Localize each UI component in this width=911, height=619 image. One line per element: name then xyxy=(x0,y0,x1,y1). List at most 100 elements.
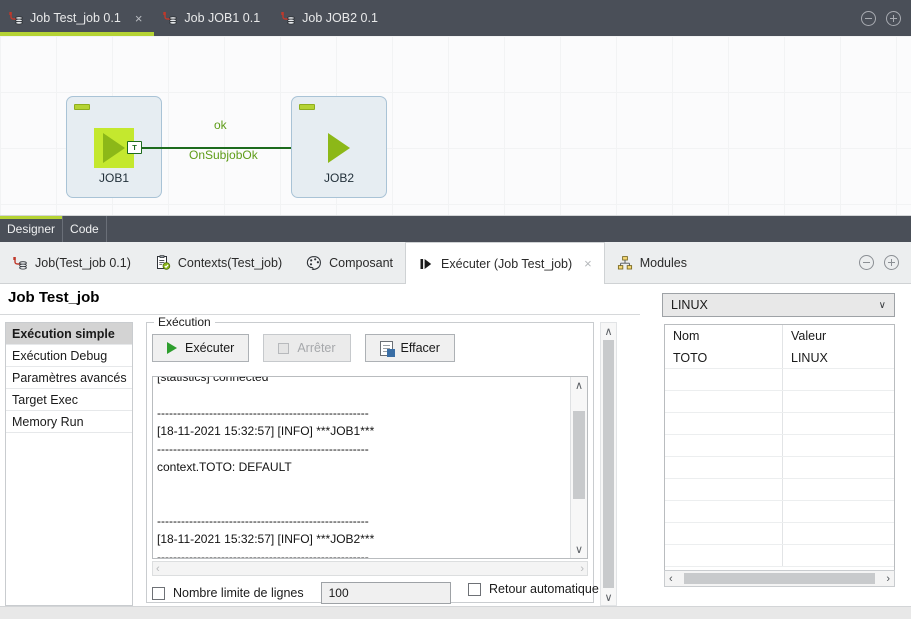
top-tab-job2[interactable]: Job JOB2 0.1 xyxy=(272,0,390,36)
close-icon[interactable]: × xyxy=(584,256,592,271)
scroll-left-icon[interactable]: ‹ xyxy=(156,563,160,575)
column-header-valeur: Valeur xyxy=(791,329,827,343)
plus-circle-icon[interactable] xyxy=(886,10,901,26)
line-limit-option: Nombre limite de lignes 100 xyxy=(152,582,451,604)
table-row[interactable] xyxy=(665,479,894,501)
list-item-parametres-avances[interactable]: Paramètres avancés xyxy=(6,367,132,389)
table-row[interactable] xyxy=(665,391,894,413)
panel-vertical-scrollbar[interactable]: ∧ ∨ xyxy=(600,322,617,606)
table-row[interactable] xyxy=(665,435,894,457)
console-horizontal-scrollbar[interactable]: ‹ › xyxy=(152,561,588,576)
list-item-label: Exécution simple xyxy=(12,326,115,341)
cell-name xyxy=(665,413,783,434)
context-table-hscrollbar[interactable]: ‹ › xyxy=(664,570,895,587)
connection-label-ok: ok xyxy=(214,118,227,132)
table-row[interactable] xyxy=(665,457,894,479)
top-tab-job1[interactable]: Job JOB1 0.1 xyxy=(154,0,272,36)
cell-name xyxy=(665,391,783,412)
tab-designer[interactable]: Designer xyxy=(0,216,64,242)
context-select[interactable]: LINUX ∨ xyxy=(662,293,895,317)
scroll-up-icon[interactable]: ∧ xyxy=(601,323,616,339)
modules-icon xyxy=(617,255,633,271)
chevron-down-icon[interactable]: ∨ xyxy=(879,300,886,311)
connection-label-onsubjobok: OnSubjobOk xyxy=(189,148,258,162)
node-status-bar-icon xyxy=(299,104,315,110)
scroll-right-icon[interactable]: › xyxy=(886,573,890,585)
list-item-label: Paramètres avancés xyxy=(12,370,127,385)
console-log-text: [statistics] connected -----------------… xyxy=(157,376,375,559)
list-item-label: Exécution Debug xyxy=(12,348,108,363)
view-panel-controls xyxy=(859,242,911,283)
list-item-memory-run[interactable]: Memory Run xyxy=(6,411,132,433)
cell-value xyxy=(783,435,894,456)
console-vertical-scrollbar[interactable]: ∧ ∨ xyxy=(570,377,587,558)
stop-button-label: Arrêter xyxy=(297,341,336,355)
list-item-target-exec[interactable]: Target Exec xyxy=(6,389,132,411)
list-item-execution-debug[interactable]: Exécution Debug xyxy=(6,345,132,367)
canvas-node-job2[interactable]: JOB2 xyxy=(291,96,387,198)
footer-strip xyxy=(0,606,911,619)
cell-value xyxy=(783,523,894,544)
word-wrap-checkbox[interactable] xyxy=(468,582,481,596)
minimize-circle-icon[interactable] xyxy=(859,255,874,270)
contexts-icon xyxy=(155,254,171,271)
job-icon xyxy=(12,255,28,271)
top-tab-label: Job JOB1 0.1 xyxy=(184,11,261,25)
stop-button[interactable]: Arrêter xyxy=(263,334,351,362)
list-item-label: Target Exec xyxy=(12,392,79,407)
table-row[interactable] xyxy=(665,369,894,391)
list-item-execution-simple[interactable]: Exécution simple xyxy=(6,323,132,345)
tab-composant[interactable]: Composant xyxy=(294,242,405,283)
cell-value xyxy=(783,413,894,434)
scroll-up-icon[interactable]: ∧ xyxy=(571,378,587,393)
context-scroll-thumb[interactable] xyxy=(684,573,875,584)
top-tab-test-job[interactable]: Job Test_job 0.1 × xyxy=(0,0,155,36)
tab-job[interactable]: Job(Test_job 0.1) xyxy=(0,242,143,283)
cell-name xyxy=(665,523,783,544)
table-row[interactable] xyxy=(665,545,894,567)
table-row[interactable] xyxy=(665,523,894,545)
scroll-down-icon[interactable]: ∨ xyxy=(571,542,587,557)
panel-scroll-thumb[interactable] xyxy=(603,340,614,588)
table-row[interactable]: TOTO LINUX xyxy=(665,347,894,369)
play-icon xyxy=(103,133,125,163)
designer-canvas[interactable]: JOB1 T ok OnSubjobOk T JOB2 xyxy=(0,36,911,216)
cell-name xyxy=(665,457,783,478)
tab-contexts-label: Contexts(Test_job) xyxy=(177,255,283,270)
tab-executer-label: Exécuter (Job Test_job) xyxy=(441,256,573,271)
run-mode-list: Exécution simple Exécution Debug Paramèt… xyxy=(5,322,133,606)
console-scroll-thumb[interactable] xyxy=(573,411,585,499)
output-port-job1[interactable]: T xyxy=(127,141,142,154)
page-title: Job Test_job xyxy=(8,289,100,306)
cell-name xyxy=(665,369,783,390)
close-icon[interactable]: × xyxy=(135,12,143,25)
cell-value xyxy=(783,391,894,412)
console-output[interactable]: [statistics] connected -----------------… xyxy=(152,376,588,559)
minimize-circle-icon[interactable] xyxy=(861,10,876,26)
tab-code[interactable]: Code xyxy=(63,216,107,242)
execution-button-row: Exécuter Arrêter Effacer xyxy=(152,334,455,362)
plus-circle-icon[interactable] xyxy=(884,255,899,270)
scroll-right-icon[interactable]: › xyxy=(580,563,584,575)
scroll-left-icon[interactable]: ‹ xyxy=(669,573,673,585)
tab-modules[interactable]: Modules xyxy=(605,242,699,283)
play-icon xyxy=(167,342,177,354)
table-row[interactable] xyxy=(665,501,894,523)
clear-icon xyxy=(379,340,395,357)
clear-button[interactable]: Effacer xyxy=(364,334,455,362)
scroll-down-icon[interactable]: ∨ xyxy=(601,589,616,605)
tab-modules-label: Modules xyxy=(639,255,687,270)
tab-contexts[interactable]: Contexts(Test_job) xyxy=(143,242,294,283)
line-limit-input[interactable]: 100 xyxy=(320,582,451,604)
job-icon xyxy=(8,10,24,26)
context-variables-table[interactable]: Nom Valeur TOTO LINUX xyxy=(664,324,895,579)
tab-executer[interactable]: Exécuter (Job Test_job) × xyxy=(405,242,605,284)
line-limit-checkbox[interactable] xyxy=(152,586,165,600)
column-header-nom: Nom xyxy=(665,325,783,347)
cell-value: LINUX xyxy=(791,350,828,365)
run-view-body: Job Test_job Exécution simple Exécution … xyxy=(0,284,911,619)
run-button[interactable]: Exécuter xyxy=(152,334,250,362)
tab-composant-label: Composant xyxy=(329,255,394,270)
table-row[interactable] xyxy=(665,413,894,435)
top-tab-label: Job Test_job 0.1 xyxy=(30,11,121,25)
